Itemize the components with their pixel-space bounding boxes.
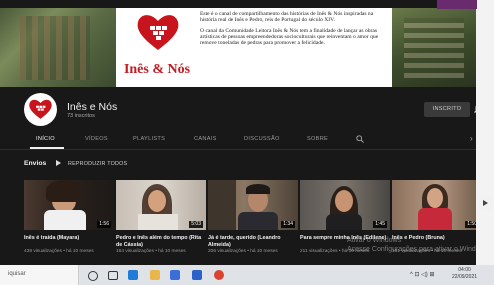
windows-activation-watermark: Ativar o Windows Acesse Configurações pa… <box>347 236 490 254</box>
browser-viewport: Inês & Nós Este é o canal de compartilha… <box>0 0 494 285</box>
subscribed-button[interactable]: INSCRITO <box>424 102 470 117</box>
heart-logo-icon <box>137 15 179 50</box>
video-meta: 164 visualizações • há 10 meses <box>116 249 186 254</box>
clock-time: 04:00 <box>458 267 471 273</box>
banner-photo-right <box>392 8 476 87</box>
video-duration: 5:03 <box>189 221 203 228</box>
video-title[interactable]: Já é tarde, querido (Leandro Almeida) <box>208 235 300 248</box>
banner-photo-left <box>0 8 116 87</box>
channel-tabs: INÍCIO VÍDEOS PLAYLISTS CANAIS DISCUSSÃO… <box>0 130 476 150</box>
watermark-line-1: Ativar o Windows <box>347 237 402 244</box>
tab-sobre[interactable]: SOBRE <box>307 136 328 142</box>
banner-description: Este é o canal de compartilhamento das h… <box>200 11 390 50</box>
mail-icon[interactable] <box>192 270 202 280</box>
task-view-icon[interactable] <box>108 271 118 280</box>
page-right-edge <box>476 0 494 285</box>
taskbar-search-input[interactable]: iquisar <box>0 265 79 285</box>
tabs-divider <box>0 149 476 150</box>
video-duration: 1:56 <box>97 221 111 228</box>
taskbar-search-placeholder: iquisar <box>8 271 26 277</box>
tab-inicio[interactable]: INÍCIO <box>36 136 55 142</box>
watermark-line-2: Acesse Configurações para ativar o Windo… <box>347 246 491 253</box>
banner-logo-text: Inês & Nós <box>123 62 191 77</box>
chevron-right-icon[interactable] <box>478 196 493 211</box>
tab-discussao[interactable]: DISCUSSÃO <box>244 136 280 142</box>
window-corner-mark <box>437 0 477 9</box>
play-all-button[interactable]: REPRODUZIR TODOS <box>68 161 127 167</box>
chrome-icon[interactable] <box>214 270 224 280</box>
video-thumbnail[interactable]: 5:03 <box>116 180 206 230</box>
channel-name[interactable]: Inês e Nós <box>67 101 117 113</box>
search-icon[interactable] <box>356 135 364 143</box>
chevron-right-icon[interactable]: › <box>470 134 473 143</box>
video-duration: 1:45 <box>373 221 387 228</box>
video-thumbnail[interactable]: 1:50 <box>392 180 482 230</box>
file-explorer-icon[interactable] <box>150 270 160 280</box>
video-duration: 1:34 <box>281 221 295 228</box>
taskbar-clock[interactable]: 04:00 22/09/2021 <box>452 267 477 281</box>
play-icon[interactable] <box>56 160 61 166</box>
channel-banner: Inês & Nós Este é o canal de compartilha… <box>0 8 476 87</box>
cortana-icon[interactable] <box>88 271 98 281</box>
video-title[interactable]: Pedro e Inês além do tempo (Rita de Cáss… <box>116 235 208 248</box>
windows-taskbar: iquisar ^ ⊡ ◁) ⊞ 04:00 22/09/2021 <box>0 265 494 285</box>
heart-logo-icon <box>29 99 52 119</box>
video-title[interactable]: Inês é traída (Mayara) <box>24 235 116 242</box>
tab-videos[interactable]: VÍDEOS <box>85 136 108 142</box>
store-icon[interactable] <box>170 270 180 280</box>
channel-avatar[interactable] <box>24 93 57 126</box>
clock-date: 22/09/2021 <box>452 274 478 280</box>
banner-logo: Inês & Nós <box>118 8 196 87</box>
system-tray-icons[interactable]: ^ ⊡ ◁) ⊞ <box>410 271 434 278</box>
video-meta: 438 visualizações • há 10 meses <box>24 249 94 254</box>
edge-icon[interactable] <box>128 270 138 280</box>
video-meta: 206 visualizações • há 10 meses <box>208 249 278 254</box>
section-title[interactable]: Envios <box>24 160 46 167</box>
banner-paragraph-2: O canal da Comunidade Leitora Inês & Nós… <box>200 27 379 47</box>
video-thumbnail[interactable]: 1:56 <box>24 180 114 230</box>
video-thumbnail[interactable]: 1:34 <box>208 180 298 230</box>
video-thumbnail[interactable]: 1:45 <box>300 180 390 230</box>
subscriber-count: 73 inscritos <box>67 113 95 119</box>
tab-playlists[interactable]: PLAYLISTS <box>133 136 165 142</box>
banner-paragraph-1: Este é o canal de compartilhamento das h… <box>200 11 374 24</box>
tab-canais[interactable]: CANAIS <box>194 136 217 142</box>
